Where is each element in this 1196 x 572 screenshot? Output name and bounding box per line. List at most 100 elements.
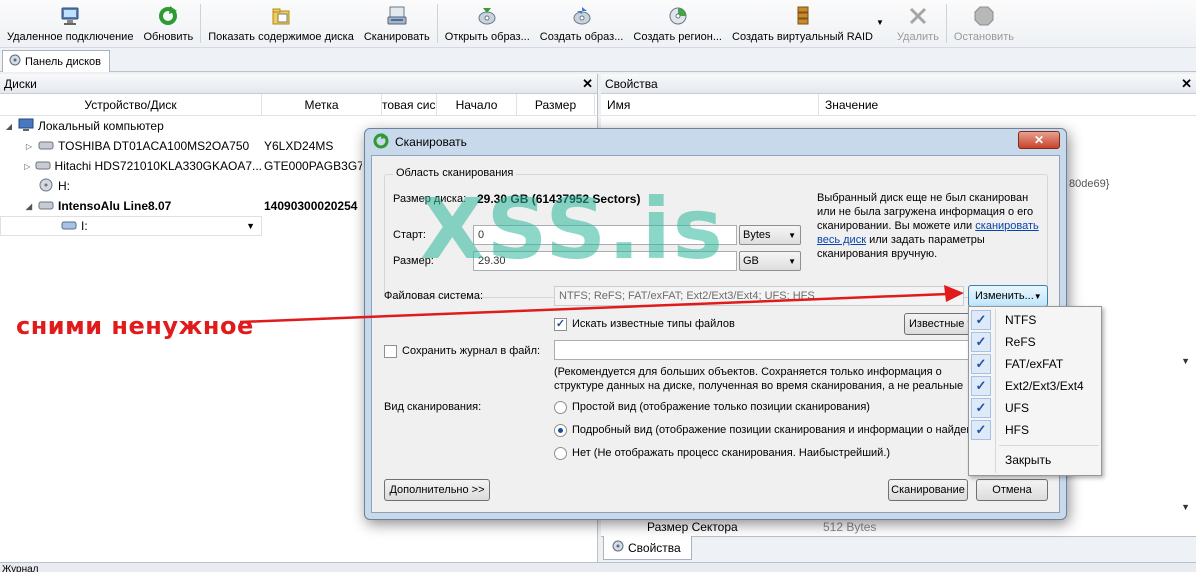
delete-label: Удалить [896, 31, 939, 43]
document-tab-strip: Панель дисков [0, 48, 1196, 72]
save-log-checkbox[interactable] [384, 345, 397, 358]
chevron-down-icon: ▼ [1033, 291, 1042, 301]
size-unit-select[interactable]: GB ▼ [739, 251, 801, 271]
column-value-label: Значение [825, 97, 879, 112]
disk-size-label: Размер диска: [393, 193, 467, 205]
menu-item-hfs[interactable]: ✓ HFS [969, 419, 1101, 441]
delete-button[interactable]: Удалить [892, 0, 944, 47]
expand-icon[interactable]: ▷ [24, 142, 34, 151]
menu-item-close[interactable]: Закрыть [969, 449, 1101, 471]
menu-item-refs[interactable]: ✓ ReFS [969, 331, 1101, 353]
disks-panel-header: Диски ✕ [0, 74, 597, 94]
property-value: 512 Bytes [823, 520, 877, 534]
tab-properties-label: Свойства [628, 540, 681, 555]
properties-tab-strip: Свойства [601, 536, 1196, 562]
column-start-label: Начало [455, 97, 498, 112]
remote-connect-button[interactable]: Удаленное подключение [2, 0, 138, 47]
chevron-down-icon: ▼ [788, 230, 796, 240]
hard-disk-icon [38, 139, 54, 154]
start-unit-select[interactable]: Bytes ▼ [739, 225, 801, 245]
dialog-body: Область сканирования Размер диска: 29.30… [371, 155, 1060, 513]
properties-panel-header: Свойства ✕ [601, 74, 1196, 94]
toolbar-separator [436, 4, 438, 43]
menu-item-label: ReFS [1005, 335, 1036, 349]
refresh-button[interactable]: Обновить [138, 0, 198, 47]
column-label[interactable]: Метка [262, 94, 382, 115]
close-icon[interactable]: ✕ [582, 76, 593, 92]
chevron-down-icon[interactable]: ▼ [1181, 502, 1190, 512]
open-image-button[interactable]: Открыть образ... [440, 0, 535, 47]
toolbar: Удаленное подключение Обновить Показать … [0, 0, 1196, 48]
column-name[interactable]: Имя [601, 94, 819, 115]
scan-info-text: Выбранный диск еще не был сканирован или… [817, 191, 1043, 261]
tree-row-partition[interactable]: I: ▼ [0, 216, 262, 236]
drive-icon [38, 178, 54, 195]
folder-view-icon [270, 5, 292, 27]
hard-disk-icon [38, 199, 54, 214]
tree-row-label: Hitachi HDS721010KLA330GKAOA7... [54, 159, 262, 173]
column-filesystem-label: товая сис [382, 97, 436, 112]
column-start[interactable]: Начало [437, 94, 517, 115]
checkmark-icon: ✓ [971, 354, 991, 374]
tab-disk-panel[interactable]: Панель дисков [2, 50, 111, 72]
change-filesystem-button[interactable]: Изменить... ▼ [968, 285, 1048, 307]
create-image-button[interactable]: Создать образ... [535, 0, 629, 47]
change-filesystem-label: Изменить... [975, 290, 1034, 302]
close-icon[interactable]: ✕ [1018, 131, 1060, 149]
create-region-label: Создать регион... [633, 31, 722, 43]
property-name: Размер Сектора [647, 520, 738, 534]
size-input[interactable]: 29.30 [473, 251, 737, 271]
chevron-down-icon[interactable]: ▼ [1181, 356, 1190, 366]
menu-item-fat[interactable]: ✓ FAT/exFAT [969, 353, 1101, 375]
column-filesystem[interactable]: товая сис [382, 94, 437, 115]
show-disk-contents-button[interactable]: Показать содержимое диска [203, 0, 359, 47]
column-size-label: Размер [534, 97, 577, 112]
radio-simple-label: Простой вид (отображение только позиции … [572, 401, 870, 413]
create-raid-button[interactable]: Создать виртуальный RAID [727, 0, 878, 47]
cancel-button[interactable]: Отмена [976, 479, 1048, 501]
create-region-button[interactable]: Создать регион... [628, 0, 727, 47]
column-size[interactable]: Размер [517, 94, 595, 115]
radio-simple-view[interactable] [554, 401, 567, 414]
disks-panel-title: Диски [4, 76, 37, 91]
stop-icon [973, 5, 995, 27]
log-path-input[interactable] [554, 340, 974, 360]
scan-area-group: Область сканирования Размер диска: 29.30… [384, 167, 1048, 298]
menu-item-ntfs[interactable]: ✓ NTFS [969, 309, 1101, 331]
chevron-down-icon[interactable]: ▼ [246, 221, 255, 231]
expand-icon[interactable]: ▷ [24, 162, 31, 171]
advanced-button[interactable]: Дополнительно >> [384, 479, 490, 501]
show-disk-contents-label: Показать содержимое диска [208, 31, 354, 43]
known-types-checkbox[interactable]: ✓ [554, 318, 567, 331]
menu-item-ufs[interactable]: ✓ UFS [969, 397, 1101, 419]
radio-no-view[interactable] [554, 447, 567, 460]
column-device[interactable]: Устройство/Диск [0, 94, 262, 115]
radio-detailed-view[interactable] [554, 424, 567, 437]
menu-item-ext[interactable]: ✓ Ext2/Ext3/Ext4 [969, 375, 1101, 397]
scan-button[interactable]: Сканировать [359, 0, 435, 47]
known-types-label: Искать известные типы файлов [572, 318, 735, 330]
tab-properties[interactable]: Свойства [603, 536, 692, 560]
journal-panel-header: Журнал [0, 562, 1196, 572]
scan-view-label: Вид сканирования: [384, 401, 482, 413]
size-label: Размер: [393, 255, 434, 267]
collapse-icon[interactable]: ◢ [4, 122, 14, 131]
raid-dropdown-arrow-icon[interactable]: ▼ [876, 18, 884, 27]
disk-label-value: 14090300020254 [264, 199, 358, 213]
tab-disk-panel-label: Панель дисков [25, 55, 102, 68]
tree-row-label: TOSHIBA DT01ACA100MS2OA750 [58, 139, 250, 153]
tree-row-label: IntensoAlu Line8.07 [58, 199, 172, 213]
create-image-icon [571, 5, 593, 27]
checkmark-icon: ✓ [971, 332, 991, 352]
collapse-icon[interactable]: ◢ [24, 202, 34, 211]
radio-none-label: Нет (Не отображать процесс сканирования.… [572, 447, 891, 459]
stop-button[interactable]: Остановить [949, 0, 1019, 47]
remote-connect-label: Удаленное подключение [7, 31, 134, 43]
start-scan-button[interactable]: Сканирование [888, 479, 968, 501]
menu-item-label: Ext2/Ext3/Ext4 [1005, 379, 1084, 393]
column-value[interactable]: Значение [819, 94, 1179, 115]
start-input[interactable]: 0 [473, 225, 737, 245]
known-types-button[interactable]: Известные т [904, 313, 974, 335]
delete-icon [907, 5, 929, 27]
close-icon[interactable]: ✕ [1181, 76, 1192, 92]
